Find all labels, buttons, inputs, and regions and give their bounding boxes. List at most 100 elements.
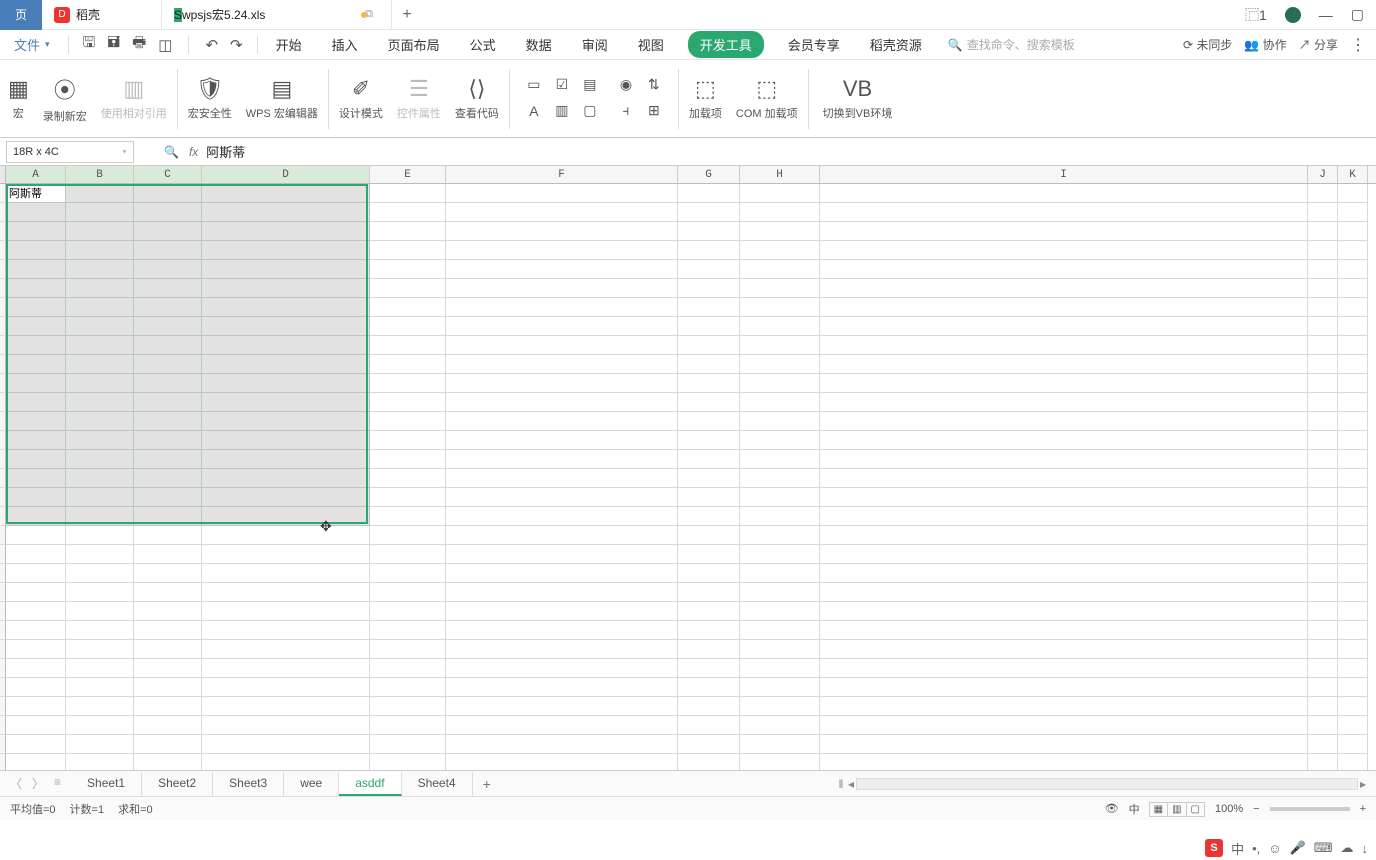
cell[interactable] — [740, 374, 820, 393]
cell[interactable] — [202, 583, 370, 602]
cell[interactable] — [678, 678, 740, 697]
cell[interactable] — [1308, 545, 1338, 564]
cell[interactable] — [1308, 659, 1338, 678]
cell[interactable] — [820, 545, 1308, 564]
cell[interactable] — [740, 336, 820, 355]
layout-icon[interactable]: ⿸1 — [1245, 5, 1267, 25]
cell[interactable] — [678, 754, 740, 770]
cell[interactable] — [134, 393, 202, 412]
menu-tab-6[interactable]: 视图 — [632, 31, 670, 58]
cell[interactable] — [446, 450, 678, 469]
cell[interactable] — [6, 412, 66, 431]
cell[interactable] — [6, 602, 66, 621]
switch-vb-button[interactable]: VB切换到VB环境 — [823, 76, 893, 121]
cell[interactable] — [1338, 412, 1368, 431]
cell[interactable] — [370, 583, 446, 602]
cell[interactable] — [678, 488, 740, 507]
cell[interactable] — [134, 697, 202, 716]
cell[interactable] — [740, 431, 820, 450]
cell[interactable] — [202, 203, 370, 222]
macro-button[interactable]: ▦宏 — [8, 76, 29, 121]
view-buttons[interactable]: ▦▥▢ — [1150, 803, 1205, 815]
cell[interactable] — [202, 640, 370, 659]
cell[interactable] — [678, 545, 740, 564]
cell[interactable] — [202, 450, 370, 469]
cell[interactable] — [66, 488, 134, 507]
menu-tab-3[interactable]: 公式 — [464, 31, 502, 58]
cell[interactable] — [678, 374, 740, 393]
ime-emoji[interactable]: ☺ — [1268, 841, 1281, 856]
relative-ref-button[interactable]: ▥使用相对引用 — [101, 76, 167, 121]
cell[interactable] — [820, 222, 1308, 241]
cell[interactable] — [134, 583, 202, 602]
menu-tab-1[interactable]: 插入 — [326, 31, 364, 58]
cell[interactable] — [820, 317, 1308, 336]
cell[interactable] — [134, 564, 202, 583]
cell[interactable] — [202, 279, 370, 298]
cell[interactable] — [6, 678, 66, 697]
add-tab-button[interactable]: + — [392, 6, 422, 24]
cell[interactable] — [678, 393, 740, 412]
cell[interactable] — [1308, 298, 1338, 317]
cell[interactable] — [820, 507, 1308, 526]
zoom-in[interactable]: + — [1360, 803, 1366, 815]
undo-icon[interactable]: ↶ — [205, 36, 218, 54]
cell[interactable] — [370, 431, 446, 450]
cell[interactable] — [820, 393, 1308, 412]
menu-tab-5[interactable]: 审阅 — [576, 31, 614, 58]
cell[interactable] — [1338, 450, 1368, 469]
cell[interactable] — [820, 640, 1308, 659]
cell[interactable] — [820, 260, 1308, 279]
cell[interactable] — [1338, 260, 1368, 279]
ctrl-radio-icon[interactable]: ◉ — [616, 75, 636, 95]
cell[interactable] — [66, 241, 134, 260]
cell[interactable] — [6, 279, 66, 298]
col-header-A[interactable]: A — [6, 166, 66, 183]
cell[interactable] — [370, 602, 446, 621]
cell[interactable] — [678, 317, 740, 336]
cell[interactable] — [678, 697, 740, 716]
cell[interactable] — [820, 469, 1308, 488]
sheet-tab-Sheet2[interactable]: Sheet2 — [142, 772, 213, 796]
redo-icon[interactable]: ↷ — [230, 36, 243, 54]
cell[interactable] — [740, 640, 820, 659]
cell[interactable] — [66, 735, 134, 754]
cell[interactable] — [1308, 336, 1338, 355]
cell[interactable] — [446, 279, 678, 298]
cell[interactable] — [66, 469, 134, 488]
cell[interactable] — [1308, 450, 1338, 469]
view-code-button[interactable]: ⟨⟩查看代码 — [455, 76, 499, 121]
cell[interactable] — [66, 260, 134, 279]
control-props-button[interactable]: ☰控件属性 — [397, 76, 441, 121]
cell[interactable] — [446, 545, 678, 564]
cell[interactable] — [820, 374, 1308, 393]
design-mode-button[interactable]: ✐设计模式 — [339, 76, 383, 121]
cell[interactable] — [134, 621, 202, 640]
cell[interactable] — [202, 678, 370, 697]
cell[interactable] — [6, 659, 66, 678]
cell[interactable] — [6, 697, 66, 716]
cell[interactable] — [1308, 754, 1338, 770]
cell[interactable] — [66, 279, 134, 298]
ime-lang[interactable]: 中 — [1231, 839, 1244, 858]
cell[interactable] — [202, 241, 370, 260]
col-header-C[interactable]: C — [134, 166, 202, 183]
ctrl-button-icon[interactable]: ▭ — [524, 75, 544, 95]
cell[interactable] — [820, 526, 1308, 545]
cell[interactable] — [820, 203, 1308, 222]
cell[interactable] — [370, 203, 446, 222]
cell[interactable] — [740, 545, 820, 564]
cell[interactable] — [678, 469, 740, 488]
cell[interactable] — [1308, 374, 1338, 393]
cell[interactable] — [446, 317, 678, 336]
cell[interactable] — [1338, 184, 1368, 203]
cell[interactable] — [446, 507, 678, 526]
cell[interactable] — [1338, 431, 1368, 450]
cell[interactable] — [820, 716, 1308, 735]
cell[interactable] — [202, 317, 370, 336]
cell[interactable] — [820, 697, 1308, 716]
horizontal-scrollbar[interactable]: ‖◂▸ — [836, 777, 1376, 791]
cell[interactable] — [678, 640, 740, 659]
sheet-nav-prev[interactable]: 〈 — [6, 773, 26, 794]
cell[interactable] — [1338, 488, 1368, 507]
